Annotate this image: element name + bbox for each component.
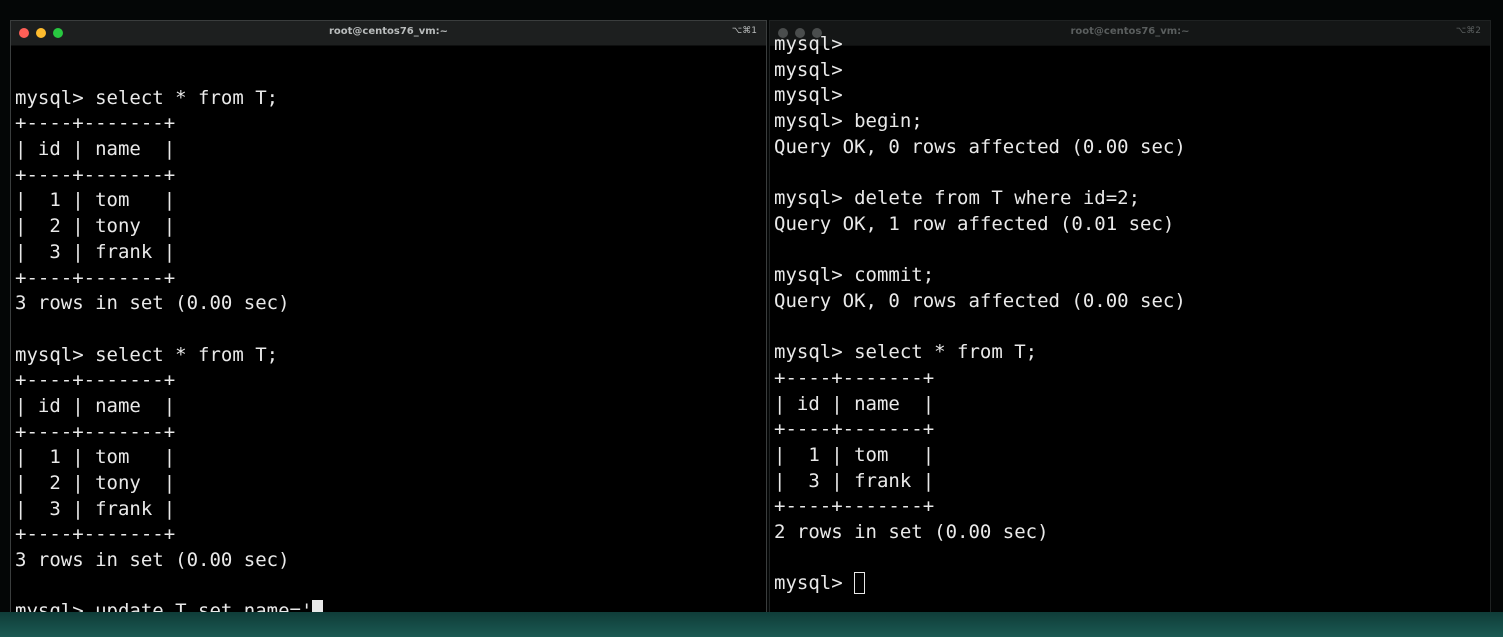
terminal-output[interactable]: mysql> mysql> mysql> mysql> begin; Query OK,… bbox=[774, 32, 1486, 615]
terminal-window-right[interactable]: root@centos76_vm:~ ⌥⌘2 mysql> mysql> mysql… bbox=[769, 20, 1491, 616]
terminal-output[interactable]: mysql> select * from T; +----+-------+ | i… bbox=[15, 60, 762, 615]
terminal-line: mysql> begin; bbox=[774, 110, 923, 133]
terminal-line: | 1 | tom | bbox=[15, 189, 176, 212]
text-cursor bbox=[854, 572, 866, 595]
terminal-window-left[interactable]: root@centos76_vm:~ ⌥⌘1 mysql> select * f… bbox=[10, 20, 767, 616]
title-bar[interactable]: root@centos76_vm:~ ⌥⌘1 bbox=[11, 21, 766, 46]
terminal-line: +----+-------+ bbox=[774, 366, 935, 389]
prompt-input-text: mysql> bbox=[774, 572, 855, 595]
desktop-background bbox=[0, 612, 1503, 637]
terminal-line: mysql> bbox=[774, 58, 843, 81]
terminal-line: | 1 | tom | bbox=[774, 444, 935, 466]
terminal-line: Query OK, 1 row affected (0.01 sec) bbox=[774, 212, 1175, 235]
terminal-line: Query OK, 0 rows affected (0.00 sec) bbox=[774, 135, 1186, 158]
terminal-line: +----+-------+ bbox=[774, 418, 935, 441]
terminal-line: | id | name | bbox=[15, 394, 176, 417]
terminal-line: +----+-------+ bbox=[15, 369, 176, 392]
terminal-line: mysql> delete from T where id=2; bbox=[774, 187, 1141, 210]
terminal-line: mysql> commit; bbox=[774, 264, 935, 287]
terminal-line: | 3 | frank | bbox=[15, 240, 176, 263]
window-shortcut: ⌥⌘1 bbox=[731, 26, 757, 36]
terminal-line: | 1 | tom | bbox=[15, 446, 176, 469]
terminal-line: +----+-------+ bbox=[15, 112, 176, 135]
terminal-line: +----+-------+ bbox=[15, 266, 176, 289]
terminal-line: Query OK, 0 rows affected (0.00 sec) bbox=[774, 289, 1186, 312]
terminal-line: mysql> bbox=[774, 84, 843, 107]
desktop: root@centos76_vm:~ ⌥⌘1 mysql> select * f… bbox=[0, 0, 1503, 637]
prompt-line[interactable]: mysql> bbox=[774, 571, 1486, 597]
terminal-line: +----+-------+ bbox=[774, 495, 935, 518]
terminal-line: 2 rows in set (0.00 sec) bbox=[774, 521, 1049, 544]
terminal-line: +----+-------+ bbox=[15, 163, 176, 186]
terminal-line: +----+-------+ bbox=[15, 420, 176, 443]
terminal-line: | 2 | tony | bbox=[15, 472, 176, 494]
terminal-line: | 2 | tony | bbox=[15, 215, 176, 238]
terminal-line: mysql> bbox=[774, 33, 843, 55]
terminal-line: | 3 | frank | bbox=[774, 469, 935, 492]
terminal-line: | 3 | frank | bbox=[15, 497, 176, 520]
terminal-line: | id | name | bbox=[774, 392, 935, 415]
terminal-line: +----+-------+ bbox=[15, 523, 176, 546]
terminal-line: | id | name | bbox=[15, 138, 176, 161]
window-title: root@centos76_vm:~ bbox=[328, 26, 449, 37]
terminal-line: 3 rows in set (0.00 sec) bbox=[15, 292, 290, 315]
terminal-line: mysql> select * from T; bbox=[15, 86, 279, 109]
terminal-line: 3 rows in set (0.00 sec) bbox=[15, 549, 290, 572]
terminal-line: mysql> select * from T; bbox=[15, 343, 279, 366]
terminal-line: mysql> select * from T; bbox=[774, 341, 1038, 364]
